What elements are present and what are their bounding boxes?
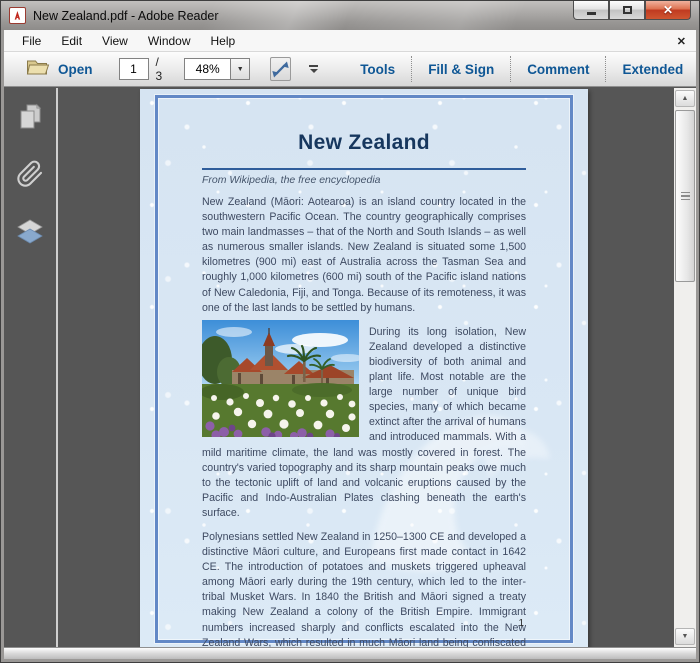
title-rule [202,168,526,170]
menu-window[interactable]: Window [138,31,201,51]
paragraph: New Zealand (Māori: Aotearoa) is an isla… [202,195,526,316]
scrollbar-thumb[interactable] [675,110,695,282]
maximize-button[interactable] [609,1,645,20]
window-title: New Zealand.pdf - Adobe Reader [33,9,219,23]
minimize-button[interactable] [573,1,609,20]
tab-fill-sign[interactable]: Fill & Sign [414,57,508,82]
dropdown-bar-icon [309,65,318,67]
document-view: New Zealand From Wikipedia, the free enc… [4,88,696,647]
pdf-page[interactable]: New Zealand From Wikipedia, the free enc… [140,89,588,647]
attachments-paperclip-icon[interactable] [15,158,45,190]
layers-icon[interactable] [15,216,45,248]
thumb-grip-icon [681,195,690,197]
fit-width-button[interactable] [270,57,291,81]
tab-extended[interactable]: Extended [608,57,697,82]
status-bar [4,647,696,659]
close-button[interactable]: ✕ [645,1,691,20]
photo-government-gardens [202,320,359,437]
navigation-pane [4,88,58,647]
menu-help[interactable]: Help [201,31,246,51]
open-label: Open [58,62,93,77]
close-icon: ✕ [663,4,673,16]
tab-comment[interactable]: Comment [513,57,603,82]
vertical-scrollbar[interactable]: ▲ ▼ [674,88,696,647]
toolbar-separator [510,56,511,82]
folder-icon [26,57,50,81]
toolbar-more-dropdown[interactable] [303,61,324,77]
article-title: New Zealand [202,131,526,155]
chevron-down-icon: ▼ [237,66,244,73]
zoom-level-input[interactable] [184,58,231,80]
thumb-grip-icon [681,199,690,201]
zoom-dropdown-button[interactable]: ▼ [231,58,250,80]
adobe-reader-window: New Zealand.pdf - Adobe Reader ✕ File Ed… [0,0,700,663]
menu-bar: File Edit View Window Help ✕ [4,30,696,52]
page-number-label: 1 [518,618,524,629]
document-canvas[interactable]: New Zealand From Wikipedia, the free enc… [60,88,674,647]
scroll-down-button[interactable]: ▼ [675,628,695,645]
title-bar[interactable]: New Zealand.pdf - Adobe Reader ✕ [1,1,699,30]
open-button[interactable]: Open [20,54,99,84]
minimize-icon [587,12,596,15]
scroll-up-button[interactable]: ▲ [675,90,695,107]
menu-file[interactable]: File [12,31,51,51]
document-close-icon[interactable]: ✕ [673,33,690,50]
toolbar-separator [411,56,412,82]
article-subtitle: From Wikipedia, the free encyclopedia [202,174,526,186]
toolbar: Open / 3 ▼ Tools [4,52,696,87]
maximize-icon [623,6,632,14]
adobe-pdf-icon [9,7,26,24]
paragraph: Polynesians settled New Zealand in 1250–… [202,530,526,647]
toolbar-separator [605,56,606,82]
page-thumbnails-icon[interactable] [15,100,45,132]
thumb-grip-icon [681,192,690,194]
resize-arrows-icon [271,60,290,79]
tab-tools[interactable]: Tools [346,57,409,82]
page-number-input[interactable] [119,58,149,80]
scroll-up-icon: ▲ [682,95,689,102]
page-total-label: / 3 [156,55,163,83]
page-border-frame: New Zealand From Wikipedia, the free enc… [155,95,573,643]
scroll-down-icon: ▼ [682,633,689,640]
menu-view[interactable]: View [92,31,138,51]
menu-edit[interactable]: Edit [51,31,92,51]
dropdown-triangle-icon [310,69,318,73]
